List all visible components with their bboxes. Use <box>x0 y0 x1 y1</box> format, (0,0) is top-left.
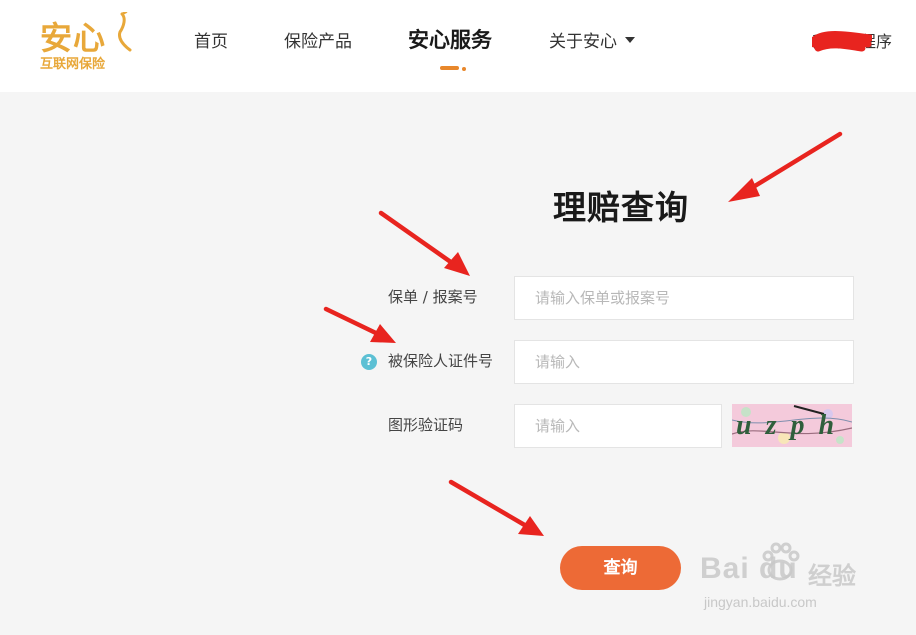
insured-id-label: 被保险人证件号 <box>388 352 494 370</box>
logo-subtitle: 互联网保险 <box>40 57 106 72</box>
captcha-input[interactable] <box>514 404 722 448</box>
watermark-product: 经验 <box>808 562 856 590</box>
logo-main-text: 安心 <box>40 19 107 57</box>
captcha-letter-mark <box>732 404 734 406</box>
captcha-image[interactable]: uzph <box>732 404 852 447</box>
annotation-arrow-title <box>728 131 843 202</box>
anxin-logo[interactable]: 安心 互联网保险 <box>38 12 132 74</box>
captcha-text: uzph <box>736 410 849 441</box>
nav-item-about[interactable]: 关于安心 <box>549 28 635 56</box>
active-nav-indicator-dot <box>462 67 466 71</box>
policy-number-label: 保单 / 报案号 <box>388 288 478 306</box>
nav-item-services[interactable]: 安心服务 <box>408 26 492 54</box>
paw-icon <box>762 542 800 581</box>
kangaroo-logo-icon <box>118 12 132 52</box>
page-title: 理赔查询 <box>553 188 689 227</box>
nav-item-products[interactable]: 保险产品 <box>284 28 352 56</box>
annotation-arrow-id-field <box>323 306 396 343</box>
captcha-label: 图形验证码 <box>388 416 464 434</box>
annotation-arrow-query-button <box>448 479 544 536</box>
baidu-jingyan-watermark: Bai du 经验 jingyan.baidu.com <box>700 538 880 618</box>
nav-item-home[interactable]: 首页 <box>194 28 228 56</box>
help-icon[interactable]: ? <box>361 354 377 370</box>
active-nav-indicator <box>440 66 459 70</box>
annotation-arrow-policy-field <box>378 210 470 276</box>
caret-down-icon <box>625 37 635 43</box>
insured-id-input[interactable] <box>514 340 854 384</box>
top-header: 安心 互联网保险 首页 保险产品 安心服务 关于安心 我的小程序 <box>0 0 916 92</box>
watermark-url: jingyan.baidu.com <box>704 594 817 610</box>
red-scribble-redaction <box>812 31 872 52</box>
query-button[interactable]: 查询 <box>560 546 681 590</box>
policy-number-input[interactable] <box>514 276 854 320</box>
nav-item-about-label: 关于安心 <box>549 32 617 52</box>
